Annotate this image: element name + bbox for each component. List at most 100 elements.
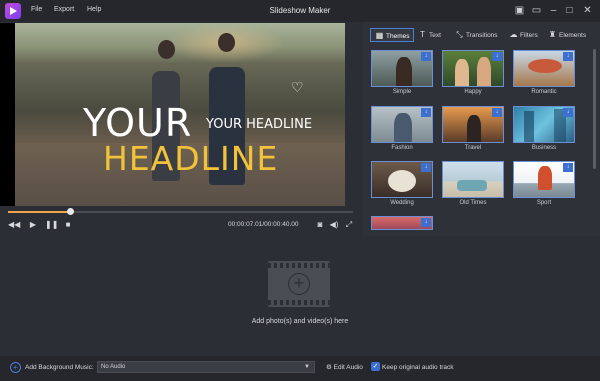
- tab-elements-label: Elements: [559, 32, 587, 39]
- audio-select[interactable]: No Audio ▼: [97, 361, 315, 373]
- rewind-icon[interactable]: ◀◀: [8, 219, 20, 231]
- download-icon[interactable]: ↓: [421, 52, 431, 61]
- timecode: 00:00:07.01/00:00:40.00: [228, 221, 299, 228]
- play-icon[interactable]: ▶: [27, 219, 39, 231]
- thumb-figure: [477, 57, 491, 86]
- download-icon[interactable]: ↓: [421, 108, 431, 117]
- theme-label-simple: Simple: [392, 89, 412, 95]
- bgm-label: Add Background Music:: [25, 364, 94, 371]
- headline-small-text[interactable]: YOUR HEADLINE: [206, 117, 312, 132]
- elements-icon: ♜: [548, 30, 557, 39]
- download-icon[interactable]: ↓: [563, 52, 573, 61]
- themes-icon: ▦: [375, 31, 384, 40]
- tab-elements[interactable]: ♜ Elements: [548, 28, 586, 42]
- keep-audio-checkbox[interactable]: ✓: [371, 362, 380, 371]
- tab-filters[interactable]: ☁ Filters: [509, 28, 538, 42]
- thumb-carousel: [528, 59, 562, 73]
- panel-tabs: ▦ Themes T Text ⤡ Transitions ☁ Filters ♜ Ele…: [363, 22, 600, 45]
- theme-label-business: Business: [531, 145, 557, 151]
- download-icon[interactable]: ↓: [421, 218, 431, 227]
- volume-icon[interactable]: ◀): [328, 219, 340, 231]
- audio-edit-icon: ⚙: [326, 364, 332, 371]
- theme-thumb-happy[interactable]: ↓: [442, 50, 504, 87]
- app-logo-icon: [5, 3, 21, 19]
- tab-transitions[interactable]: ⤡ Transitions: [455, 28, 498, 42]
- theme-thumb-wedding[interactable]: ↓: [371, 161, 433, 198]
- menu-file[interactable]: File: [31, 6, 42, 13]
- download-icon[interactable]: ↓: [563, 108, 573, 117]
- snapshot-icon[interactable]: ◙: [314, 219, 326, 231]
- theme-thumb-romantic[interactable]: ↓: [513, 50, 575, 87]
- seek-progress: [8, 211, 71, 213]
- theme-label-happy: Happy: [464, 89, 482, 95]
- theme-label-travel: Travel: [464, 145, 482, 151]
- menu-export[interactable]: Export: [54, 6, 74, 13]
- text-icon: T: [420, 30, 425, 39]
- menu-help[interactable]: Help: [87, 6, 101, 13]
- theme-thumb-travel[interactable]: ↓: [442, 106, 504, 143]
- thumb-car: [457, 180, 487, 191]
- thumb-figure: [396, 57, 412, 86]
- theme-label-wedding: Wedding: [390, 200, 414, 206]
- film-strip-top: [268, 263, 330, 268]
- thumb-figure: [467, 115, 481, 142]
- add-media-button[interactable]: +: [268, 261, 330, 307]
- add-music-icon[interactable]: +: [10, 362, 21, 373]
- theme-label-fashion: Fashion: [391, 145, 413, 151]
- woman-head: [158, 40, 175, 59]
- download-icon[interactable]: ↓: [421, 163, 431, 172]
- keep-audio-label: Keep original audio track: [382, 364, 454, 371]
- headline-yellow-text[interactable]: HEADLINE: [103, 139, 278, 178]
- download-icon[interactable]: ↓: [492, 108, 502, 117]
- theme-label-old-times: Old Times: [459, 200, 487, 206]
- resource-panel: ▦ Themes T Text ⤡ Transitions ☁ Filters ♜ Ele…: [363, 22, 600, 236]
- film-strip-bottom: [268, 300, 330, 305]
- tab-themes[interactable]: ▦ Themes: [370, 28, 415, 42]
- tab-filters-label: Filters: [520, 32, 538, 39]
- transitions-icon: ⤡: [456, 30, 463, 39]
- thumb-figure: [455, 59, 469, 86]
- thumb-figure: [394, 113, 412, 142]
- chevron-down-icon: ▼: [304, 364, 310, 370]
- tab-text-label: Text: [429, 32, 441, 39]
- thumb-building: [524, 111, 534, 142]
- man-head: [218, 33, 235, 52]
- fullscreen-icon[interactable]: ⤢: [343, 219, 355, 231]
- save-icon[interactable]: ▣: [513, 4, 526, 17]
- theme-thumb-sport[interactable]: ↓: [513, 161, 575, 198]
- edit-audio-button[interactable]: ⚙ Edit Audio: [326, 363, 363, 371]
- feedback-icon[interactable]: ▭: [530, 4, 543, 17]
- minimize-button[interactable]: –: [547, 4, 560, 17]
- preview-letterbox: [0, 23, 15, 206]
- video-preview: ♡ YOUR YOUR HEADLINE HEADLINE: [15, 23, 345, 206]
- plus-icon: +: [288, 273, 310, 295]
- edit-audio-label: Edit Audio: [333, 364, 363, 371]
- theme-thumb-business[interactable]: ↓: [513, 106, 575, 143]
- panel-scrollbar[interactable]: [593, 49, 596, 169]
- filters-icon: ☁: [509, 30, 518, 39]
- pause-icon[interactable]: ❚❚: [45, 219, 58, 231]
- download-icon[interactable]: ↓: [563, 163, 573, 172]
- bottom-bar: + Add Background Music: No Audio ▼ ⚙ Edi…: [0, 356, 600, 381]
- seek-handle[interactable]: [67, 208, 75, 215]
- theme-thumb-fashion[interactable]: ↓: [371, 106, 433, 143]
- download-icon[interactable]: ↓: [492, 52, 502, 61]
- seek-bar[interactable]: [8, 208, 353, 215]
- tab-transitions-label: Transitions: [466, 32, 498, 39]
- theme-thumb-next[interactable]: ↓: [371, 216, 433, 230]
- drop-area-label: Add photo(s) and video(s) here: [251, 318, 349, 325]
- close-button[interactable]: ✕: [581, 4, 594, 17]
- theme-thumb-old-times[interactable]: [442, 161, 504, 198]
- tab-themes-label: Themes: [386, 33, 410, 40]
- title-bar: File Export Help Slideshow Maker ▣ ▭ – □…: [0, 0, 600, 22]
- maximize-button[interactable]: □: [563, 4, 576, 17]
- tab-text[interactable]: T Text: [418, 28, 441, 42]
- thumb-figure: [538, 166, 552, 190]
- theme-thumb-simple[interactable]: ↓: [371, 50, 433, 87]
- stop-icon[interactable]: ■: [62, 219, 74, 231]
- thumb-bouquet: [388, 170, 416, 192]
- theme-label-romantic: Romantic: [531, 89, 557, 95]
- audio-select-value: No Audio: [101, 364, 126, 370]
- heart-icon: ♡: [291, 79, 304, 95]
- theme-label-sport: Sport: [536, 200, 552, 206]
